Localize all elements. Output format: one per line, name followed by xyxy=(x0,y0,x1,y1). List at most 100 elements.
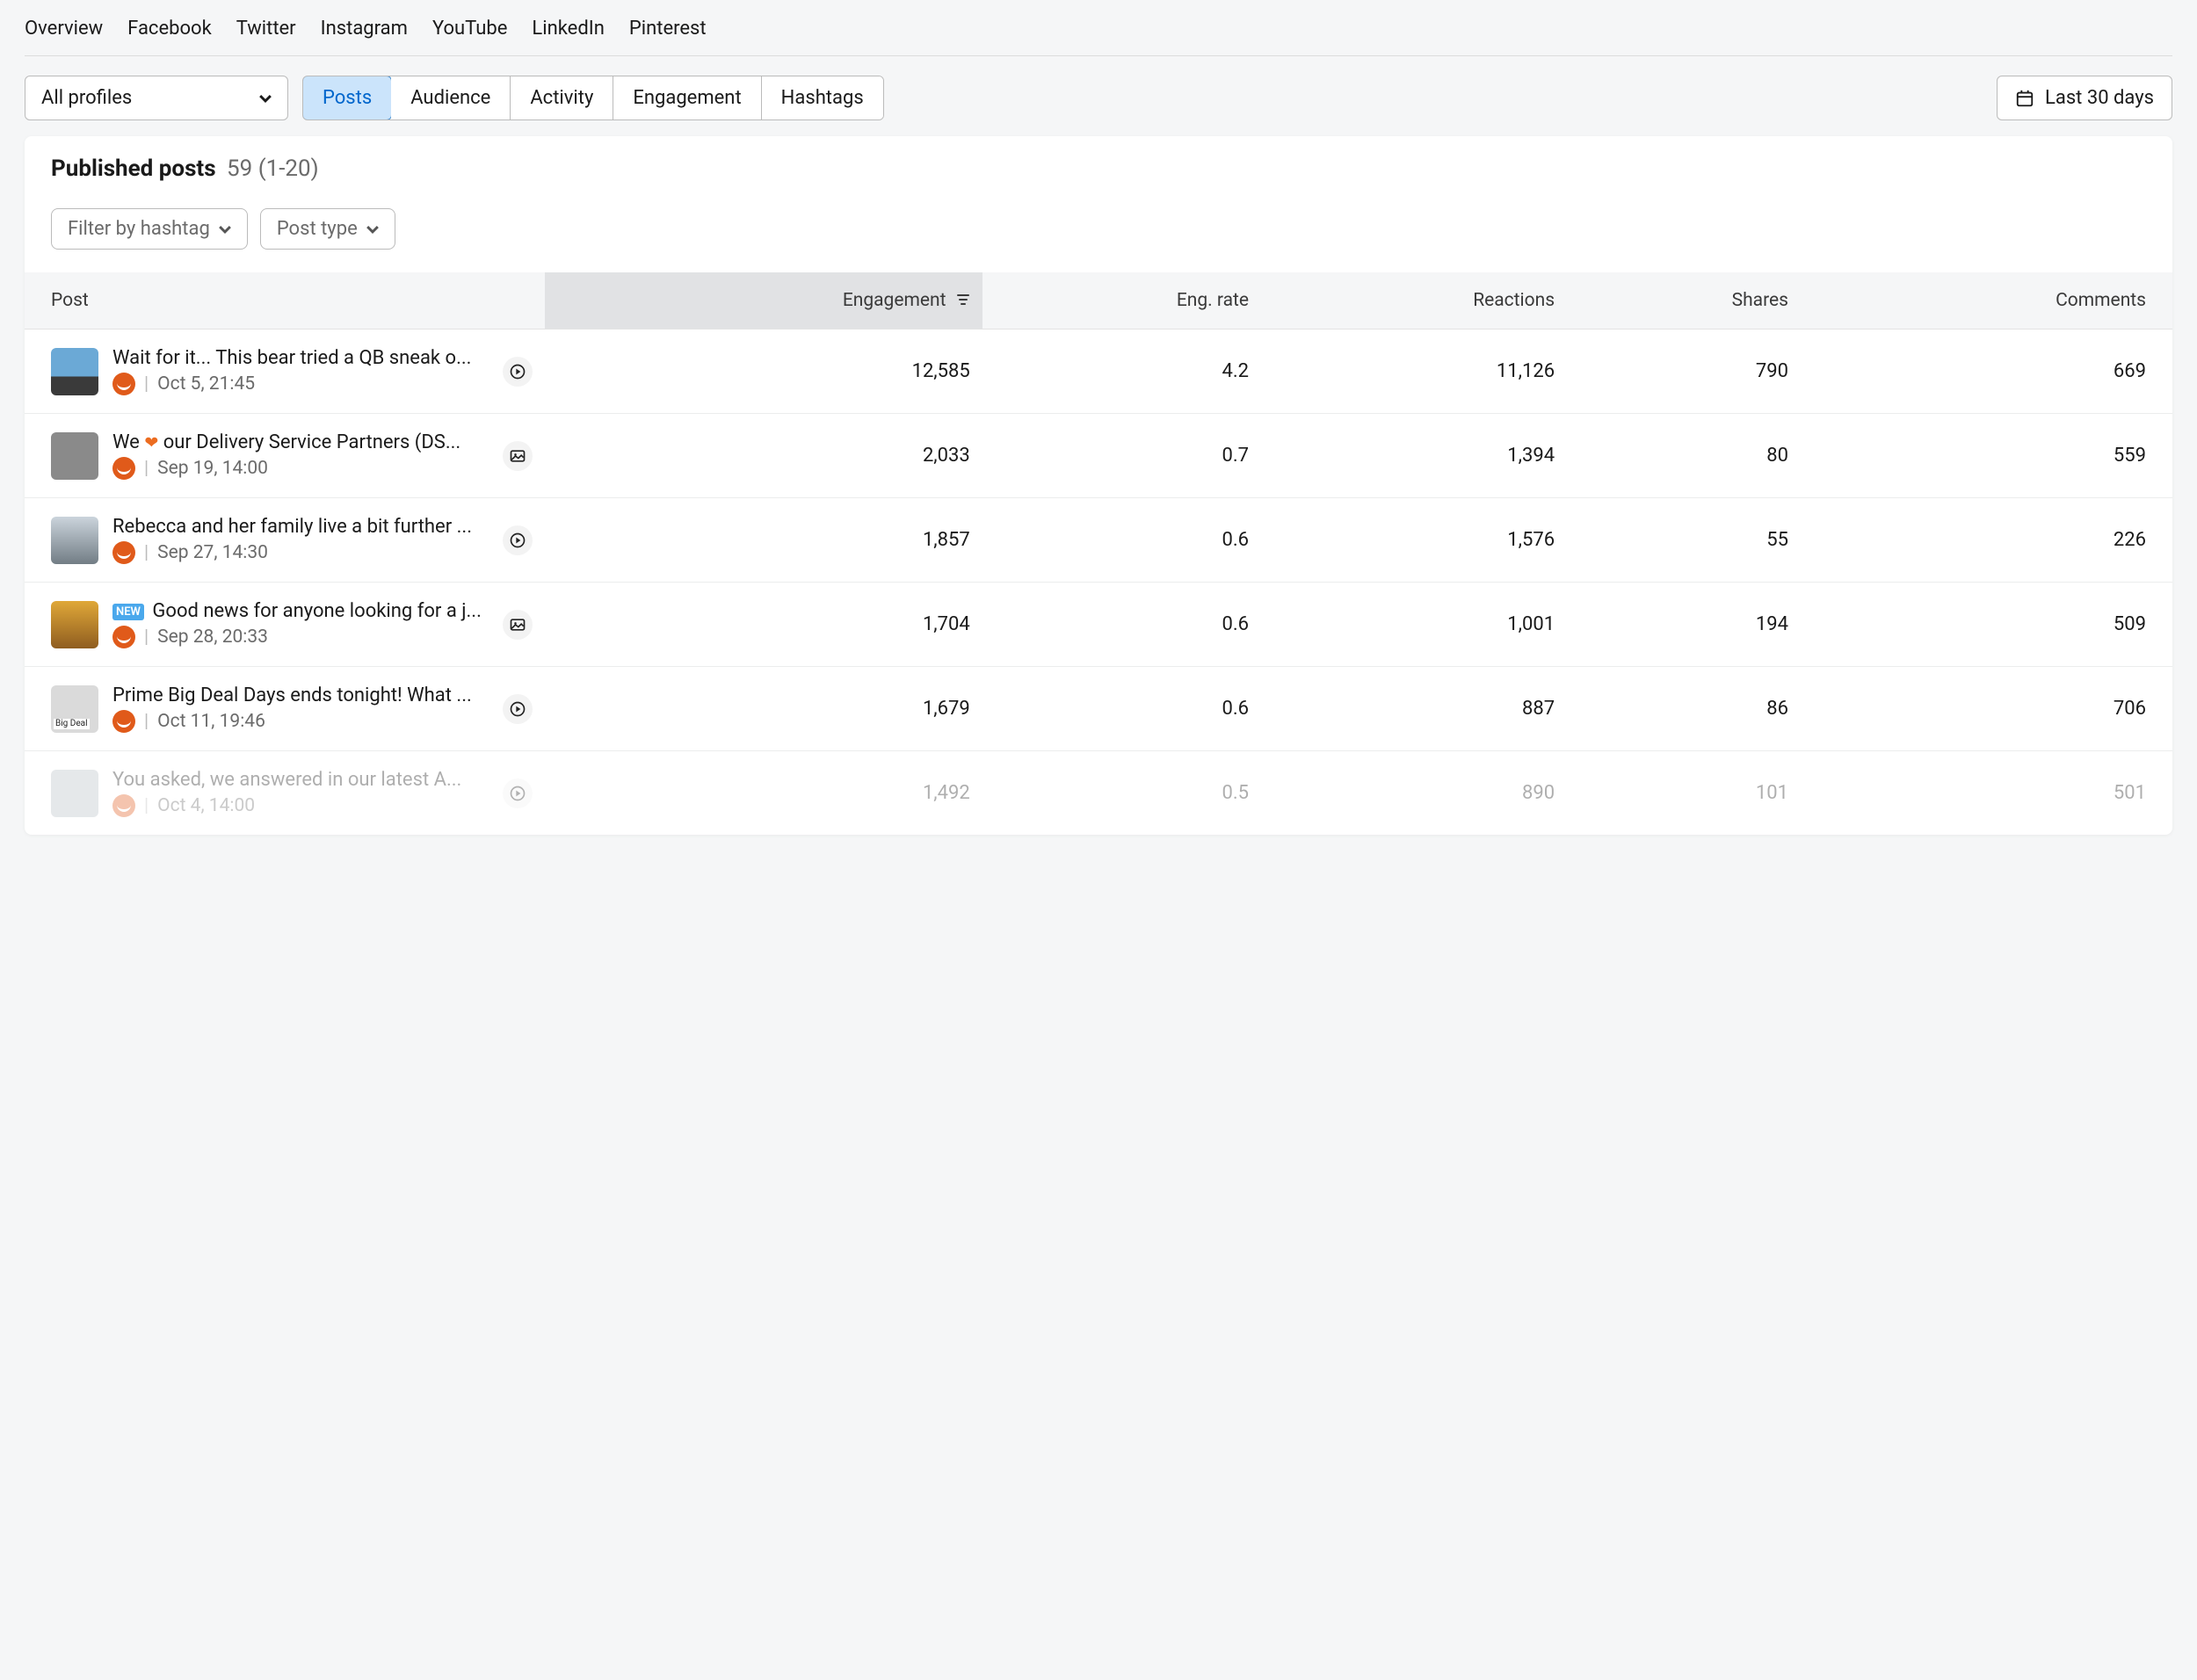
post-date: Sep 28, 20:33 xyxy=(157,626,268,648)
cell-reactions: 11,126 xyxy=(1261,329,1567,414)
video-icon xyxy=(503,357,533,387)
top-tab-linkedin[interactable]: LinkedIn xyxy=(532,18,605,40)
profile-avatar-icon xyxy=(112,373,135,395)
post-title: Prime Big Deal Days ends tonight! What .… xyxy=(112,684,482,706)
top-nav-tabs: Overview Facebook Twitter Instagram YouTube L… xyxy=(25,18,2172,56)
post-date: Sep 27, 14:30 xyxy=(157,542,268,563)
top-tab-instagram[interactable]: Instagram xyxy=(321,18,408,40)
cell-engagement: 12,585 xyxy=(545,329,982,414)
cell-shares: 790 xyxy=(1567,329,1801,414)
cell-comments: 226 xyxy=(1801,498,2172,583)
video-icon xyxy=(503,525,533,555)
col-post[interactable]: Post xyxy=(25,272,545,329)
filter-hashtag[interactable]: Filter by hashtag xyxy=(51,208,248,250)
cell-reactions: 887 xyxy=(1261,667,1567,751)
cell-shares: 194 xyxy=(1567,583,1801,667)
post-thumbnail xyxy=(51,770,98,817)
image-icon xyxy=(503,441,533,471)
col-reactions[interactable]: Reactions xyxy=(1261,272,1567,329)
toolbar: All profiles PostsAudienceActivityEngage… xyxy=(25,56,2172,136)
cell-reactions: 1,576 xyxy=(1261,498,1567,583)
cell-shares: 55 xyxy=(1567,498,1801,583)
cell-eng-rate: 0.6 xyxy=(982,498,1261,583)
posts-card: Published posts 59 (1-20) Filter by hash… xyxy=(25,136,2172,835)
top-tab-pinterest[interactable]: Pinterest xyxy=(629,18,707,40)
col-shares[interactable]: Shares xyxy=(1567,272,1801,329)
seg-tab-posts[interactable]: Posts xyxy=(302,76,392,120)
chevron-down-icon xyxy=(219,223,231,235)
date-range-label: Last 30 days xyxy=(2045,87,2154,109)
seg-tab-activity[interactable]: Activity xyxy=(511,76,613,119)
seg-tab-hashtags[interactable]: Hashtags xyxy=(762,76,883,119)
cell-engagement: 1,492 xyxy=(545,751,982,836)
cell-eng-rate: 0.6 xyxy=(982,667,1261,751)
cell-comments: 706 xyxy=(1801,667,2172,751)
top-tab-youtube[interactable]: YouTube xyxy=(432,18,507,40)
filter-post-type[interactable]: Post type xyxy=(260,208,395,250)
sort-desc-icon xyxy=(956,290,970,311)
top-tab-overview[interactable]: Overview xyxy=(25,18,103,40)
profile-avatar-icon xyxy=(112,626,135,648)
cell-comments: 501 xyxy=(1801,751,2172,836)
cell-comments: 559 xyxy=(1801,414,2172,498)
post-title: NEW Good news for anyone looking for a j… xyxy=(112,600,482,622)
profile-avatar-icon xyxy=(112,457,135,480)
cell-eng-rate: 0.5 xyxy=(982,751,1261,836)
post-date: Oct 5, 21:45 xyxy=(157,373,255,395)
video-icon xyxy=(503,694,533,724)
cell-comments: 669 xyxy=(1801,329,2172,414)
chevron-down-icon xyxy=(366,223,379,235)
profile-avatar-icon xyxy=(112,794,135,817)
calendar-icon xyxy=(2015,89,2034,108)
profile-select[interactable]: All profiles xyxy=(25,76,288,120)
post-thumbnail xyxy=(51,517,98,564)
card-title: Published posts 59 (1-20) xyxy=(25,136,2172,191)
post-thumbnail xyxy=(51,432,98,480)
col-comments[interactable]: Comments xyxy=(1801,272,2172,329)
post-date: Oct 11, 19:46 xyxy=(157,711,265,732)
top-tab-facebook[interactable]: Facebook xyxy=(127,18,212,40)
table-row[interactable]: Rebecca and her family live a bit furthe… xyxy=(25,498,2172,583)
post-thumbnail xyxy=(51,685,98,733)
cell-engagement: 1,704 xyxy=(545,583,982,667)
cell-comments: 509 xyxy=(1801,583,2172,667)
cell-shares: 80 xyxy=(1567,414,1801,498)
chevron-down-icon xyxy=(259,92,272,105)
cell-eng-rate: 0.6 xyxy=(982,583,1261,667)
cell-reactions: 1,394 xyxy=(1261,414,1567,498)
profile-avatar-icon xyxy=(112,541,135,564)
card-title-bold: Published posts xyxy=(51,156,216,182)
post-thumbnail xyxy=(51,348,98,395)
segment-tabs: PostsAudienceActivityEngagementHashtags xyxy=(302,76,884,120)
col-eng-rate[interactable]: Eng. rate xyxy=(982,272,1261,329)
cell-shares: 86 xyxy=(1567,667,1801,751)
post-date: Sep 19, 14:00 xyxy=(157,458,268,479)
profile-avatar-icon xyxy=(112,710,135,733)
cell-reactions: 1,001 xyxy=(1261,583,1567,667)
cell-reactions: 890 xyxy=(1261,751,1567,836)
seg-tab-engagement[interactable]: Engagement xyxy=(613,76,761,119)
filter-hashtag-label: Filter by hashtag xyxy=(68,218,210,240)
cell-engagement: 1,857 xyxy=(545,498,982,583)
col-engagement[interactable]: Engagement xyxy=(545,272,982,329)
post-title: Wait for it... This bear tried a QB snea… xyxy=(112,347,482,369)
post-title: Rebecca and her family live a bit furthe… xyxy=(112,516,482,538)
date-range-select[interactable]: Last 30 days xyxy=(1997,76,2172,120)
table-row[interactable]: We ❤ our Delivery Service Partners (DS..… xyxy=(25,414,2172,498)
table-row[interactable]: Prime Big Deal Days ends tonight! What .… xyxy=(25,667,2172,751)
card-title-count: 59 (1-20) xyxy=(227,156,319,182)
table-row[interactable]: Wait for it... This bear tried a QB snea… xyxy=(25,329,2172,414)
cell-eng-rate: 0.7 xyxy=(982,414,1261,498)
cell-engagement: 1,679 xyxy=(545,667,982,751)
cell-eng-rate: 4.2 xyxy=(982,329,1261,414)
table-row[interactable]: NEW Good news for anyone looking for a j… xyxy=(25,583,2172,667)
post-date: Oct 4, 14:00 xyxy=(157,795,255,816)
posts-table: Post Engagement Eng. rate Reactions Shar… xyxy=(25,272,2172,835)
top-tab-twitter[interactable]: Twitter xyxy=(236,18,296,40)
seg-tab-audience[interactable]: Audience xyxy=(391,76,511,119)
table-row[interactable]: You asked, we answered in our latest A..… xyxy=(25,751,2172,836)
post-title: We ❤ our Delivery Service Partners (DS..… xyxy=(112,431,482,453)
cell-shares: 101 xyxy=(1567,751,1801,836)
filter-row: Filter by hashtag Post type xyxy=(25,191,2172,272)
profile-select-label: All profiles xyxy=(41,87,132,109)
